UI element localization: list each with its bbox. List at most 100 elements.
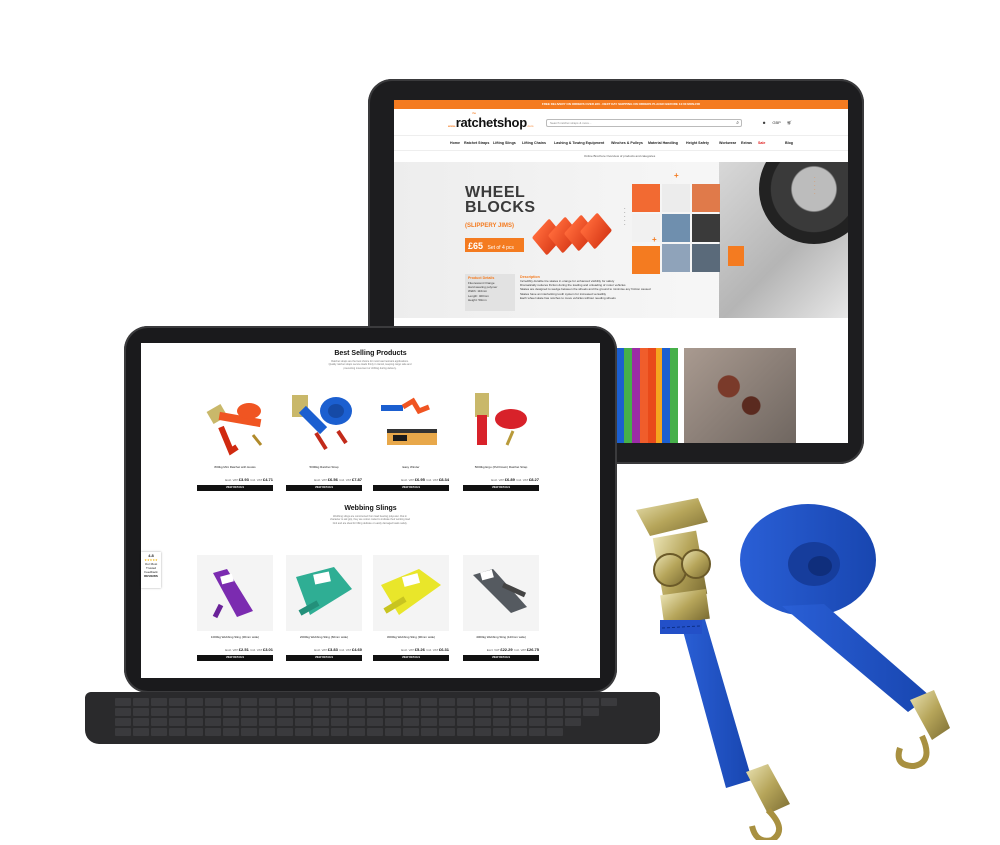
nav-item-lifting-slings[interactable]: Lifting Slings bbox=[493, 141, 516, 145]
view-details-button[interactable]: VIEW DETAILS bbox=[373, 485, 449, 491]
keyboard-key bbox=[115, 708, 131, 716]
keyboard-key bbox=[133, 708, 149, 716]
keyboard-key bbox=[313, 698, 329, 706]
view-details-button[interactable]: VIEW DETAILS bbox=[373, 655, 449, 661]
view-details-button[interactable]: VIEW DETAILS bbox=[286, 485, 362, 491]
product-name[interactable]: Easy Winder bbox=[373, 465, 449, 469]
nav-item-workwear[interactable]: Workwear bbox=[719, 141, 736, 145]
product-prices: Excl. VAT £6.95 Incl. VAT £8.34 bbox=[401, 477, 449, 482]
product-name[interactable]: 3000kg Webbing Sling (90mm wide) bbox=[373, 635, 449, 639]
view-details-button[interactable]: VIEW DETAILS bbox=[463, 655, 539, 661]
keyboard-key bbox=[313, 728, 329, 736]
keyboard-key bbox=[151, 728, 167, 736]
keyboard-key bbox=[277, 708, 293, 716]
nav-item-winches[interactable]: Winches & Pulleys bbox=[611, 141, 643, 145]
keyboard-key bbox=[223, 728, 239, 736]
view-details-button[interactable]: VIEW DETAILS bbox=[197, 655, 273, 661]
keyboard-key bbox=[583, 708, 599, 716]
product-name[interactable]: 4000kg Webbing Sling (120mm wide) bbox=[463, 635, 539, 639]
keyboard-key bbox=[475, 718, 491, 726]
product-image[interactable] bbox=[286, 385, 362, 461]
nav-item-sale[interactable]: Sale bbox=[758, 141, 765, 145]
keyboard-key bbox=[547, 708, 563, 716]
nav-item-lifting-chains[interactable]: Lifting Chains bbox=[522, 141, 546, 145]
keyboard-key bbox=[457, 718, 473, 726]
webbing-slings-intro: Webbing slings are constructed from load… bbox=[330, 515, 410, 525]
product-card[interactable]: 5000kg Ergo (Pull Down) Ratchet Strap Ex… bbox=[463, 385, 539, 491]
keyboard-key bbox=[241, 718, 257, 726]
site-logo[interactable]: the www.ratchetshop.com bbox=[448, 112, 533, 131]
product-image[interactable] bbox=[197, 555, 273, 631]
product-card[interactable]: 1000kg Webbing Sling (30mm wide) Excl. V… bbox=[197, 555, 273, 661]
keyboard-key bbox=[205, 698, 221, 706]
product-image[interactable] bbox=[463, 385, 539, 461]
keyboard-key bbox=[529, 698, 545, 706]
search-input[interactable]: Search ratchet straps & more... ⌕ bbox=[546, 119, 742, 127]
breadcrumb: Online Brochure Overview of products and… bbox=[584, 154, 656, 158]
nav-item-home[interactable]: Home bbox=[450, 141, 460, 145]
nav-item-lashing-towing[interactable]: Lashing & Towing Equipment bbox=[554, 141, 604, 145]
product-card[interactable]: 3000kg Webbing Sling (90mm wide) Excl. V… bbox=[373, 555, 449, 661]
nav-item-ratchet-straps[interactable]: Ratchet Straps bbox=[464, 141, 489, 145]
keyboard-key bbox=[169, 718, 185, 726]
keyboard-key bbox=[259, 728, 275, 736]
keyboard-key bbox=[565, 718, 581, 726]
keyboard-key bbox=[367, 728, 383, 736]
product-prices: Excl. VAT £6.56 Incl. VAT £7.87 bbox=[314, 477, 362, 482]
keyboard-key bbox=[277, 718, 293, 726]
hero-banner[interactable]: WHEEL BLOCKS (SLIPPERY JIMS) £65 Set of … bbox=[394, 162, 848, 318]
keyboard-key bbox=[493, 708, 509, 716]
keyboard-key bbox=[367, 708, 383, 716]
keyboard-row bbox=[115, 728, 563, 736]
product-card[interactable]: 4000kg Webbing Sling (120mm wide) Excl. … bbox=[463, 555, 539, 661]
nav-item-height-safety[interactable]: Height Safety bbox=[686, 141, 709, 145]
keyboard-key bbox=[331, 708, 347, 716]
search-icon[interactable]: ⌕ bbox=[736, 120, 739, 126]
keyboard-key bbox=[187, 728, 203, 736]
nav-item-extras[interactable]: Extras bbox=[741, 141, 752, 145]
currency-selector[interactable]: GBP bbox=[772, 120, 780, 125]
keyboard-key bbox=[133, 698, 149, 706]
view-details-button[interactable]: VIEW DETAILS bbox=[286, 655, 362, 661]
nav-item-blog[interactable]: Blog bbox=[785, 141, 793, 145]
product-card[interactable]: 5000kg Ratchet Strap Excl. VAT £6.56 Inc… bbox=[286, 385, 362, 491]
keyboard-key bbox=[511, 728, 527, 736]
keyboard-key bbox=[493, 698, 509, 706]
keyboard-key bbox=[493, 718, 509, 726]
view-details-button[interactable]: VIEW DETAILS bbox=[463, 485, 539, 491]
product-name[interactable]: 2000kg Webbing Sling (60mm wide) bbox=[286, 635, 362, 639]
main-nav: Home Ratchet Straps Lifting Slings Lifti… bbox=[394, 135, 848, 151]
cart-icon[interactable]: 🛒︎ bbox=[787, 120, 792, 125]
keyboard-key bbox=[421, 718, 437, 726]
keyboard-key bbox=[547, 728, 563, 736]
keyboard-key bbox=[385, 708, 401, 716]
keyboard-key bbox=[187, 698, 203, 706]
product-name[interactable]: 5000kg Ratchet Strap bbox=[286, 465, 362, 469]
product-image[interactable] bbox=[373, 385, 449, 461]
product-image[interactable] bbox=[373, 555, 449, 631]
keyboard-key bbox=[223, 718, 239, 726]
keyboard-key bbox=[187, 708, 203, 716]
keyboard-key bbox=[547, 718, 563, 726]
product-image[interactable] bbox=[463, 555, 539, 631]
lifting-chains-tile[interactable] bbox=[684, 348, 796, 443]
product-image[interactable] bbox=[286, 555, 362, 631]
keyboard-key bbox=[331, 718, 347, 726]
view-details-button[interactable]: VIEW DETAILS bbox=[197, 485, 273, 491]
product-image[interactable] bbox=[197, 385, 273, 461]
header-icons: ☻ GBP 🛒︎ bbox=[762, 120, 797, 125]
product-card[interactable]: 800kg Mini Ratchet with Hooks Excl. VAT … bbox=[197, 385, 273, 491]
product-name[interactable]: 800kg Mini Ratchet with Hooks bbox=[197, 465, 273, 469]
keyboard-key bbox=[151, 718, 167, 726]
keyboard-key bbox=[475, 708, 491, 716]
keyboard-key bbox=[385, 698, 401, 706]
product-details-box: Product Details Fluorescent Orange Hard … bbox=[465, 274, 515, 311]
product-card[interactable]: 2000kg Webbing Sling (60mm wide) Excl. V… bbox=[286, 555, 362, 661]
account-icon[interactable]: ☻ bbox=[762, 120, 766, 125]
product-name[interactable]: 5000kg Ergo (Pull Down) Ratchet Strap bbox=[463, 465, 539, 469]
product-name[interactable]: 1000kg Webbing Sling (30mm wide) bbox=[197, 635, 273, 639]
product-card[interactable]: Easy Winder Excl. VAT £6.95 Incl. VAT £8… bbox=[373, 385, 449, 491]
keyboard-key bbox=[187, 718, 203, 726]
nav-item-material-handling[interactable]: Material Handling bbox=[648, 141, 678, 145]
reviews-rating-widget[interactable]: 4.8 ★★★★★ Our Most Trusted Feedback REVI… bbox=[141, 552, 161, 588]
